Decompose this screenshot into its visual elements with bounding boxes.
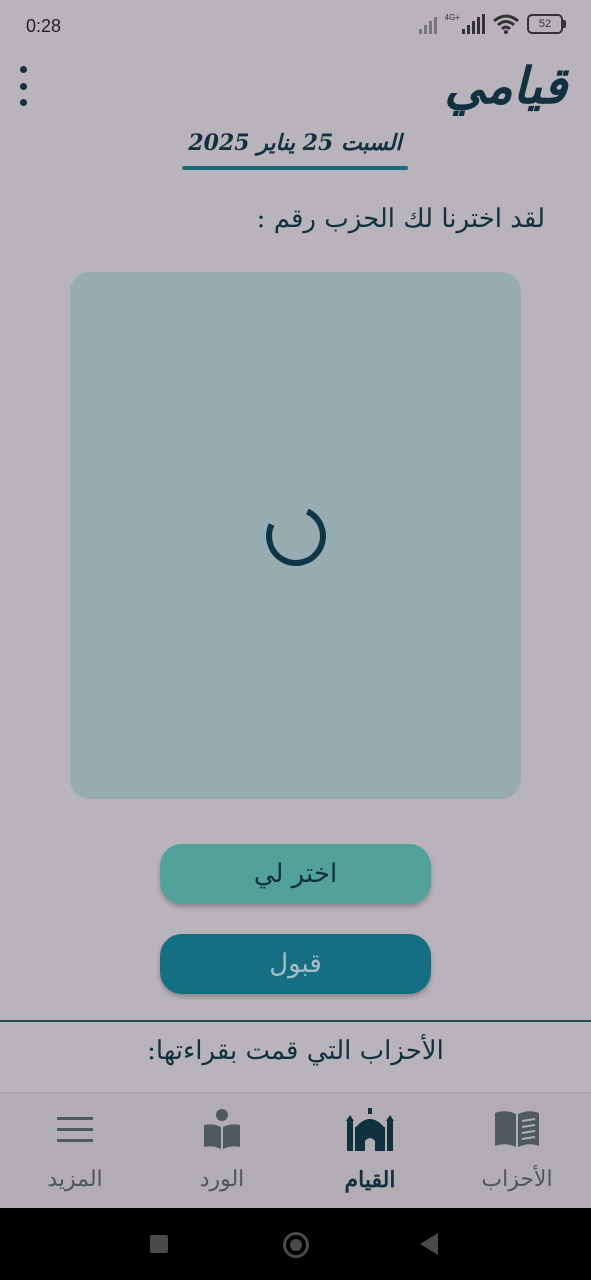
recents-icon[interactable] [150, 1235, 168, 1253]
nav-label-more: المزيد [47, 1167, 103, 1192]
read-ahzab-heading: الأحزاب التي قمت بقراءتها: [147, 1036, 444, 1066]
nav-label-ahzab: الأحزاب [481, 1167, 553, 1192]
chosen-hizb-label: لقد اخترنا لك الحزب رقم : [256, 204, 545, 234]
status-bar: 0:28 4G+ 52 [0, 0, 591, 54]
nav-item-qiyam[interactable]: القيام [305, 1093, 435, 1209]
nav-item-ahzab[interactable]: الأحزاب [452, 1093, 582, 1209]
overflow-menu-icon[interactable] [14, 66, 32, 106]
date-underline [182, 166, 408, 170]
back-icon[interactable] [420, 1233, 438, 1255]
section-divider [0, 1020, 591, 1022]
nav-label-wird: الورد [199, 1167, 245, 1192]
battery-icon: 52 [527, 14, 566, 34]
wifi-icon [493, 14, 519, 34]
hamburger-menu-icon [57, 1117, 93, 1142]
nav-item-more[interactable]: المزيد [10, 1093, 140, 1209]
network-type-label: 4G+ [444, 12, 460, 22]
date-text: السبت 25 يناير 2025 [188, 130, 402, 156]
nav-item-wird[interactable]: الورد [157, 1093, 287, 1209]
hizb-result-card [70, 272, 521, 799]
bottom-navigation: الأحزاب القيام الورد المزيد [0, 1092, 591, 1209]
nav-label-qiyam: القيام [344, 1167, 396, 1193]
status-time: 0:28 [26, 16, 62, 36]
open-book-icon [495, 1111, 539, 1147]
date-display: السبت 25 يناير 2025 [182, 130, 408, 170]
battery-level: 52 [538, 18, 552, 30]
signal-icon [418, 14, 437, 34]
home-icon[interactable] [283, 1232, 309, 1258]
loading-spinner-icon [257, 497, 334, 574]
mosque-icon [346, 1108, 394, 1151]
reader-book-icon [204, 1109, 240, 1149]
status-icons: 4G+ 52 [418, 12, 566, 34]
system-navigation-bar [0, 1208, 591, 1280]
app-title: قيامي [444, 56, 567, 115]
choose-for-me-button[interactable]: اختر لي [160, 844, 431, 904]
signal-strong-icon [462, 14, 485, 34]
accept-button[interactable]: قبول [160, 934, 431, 994]
